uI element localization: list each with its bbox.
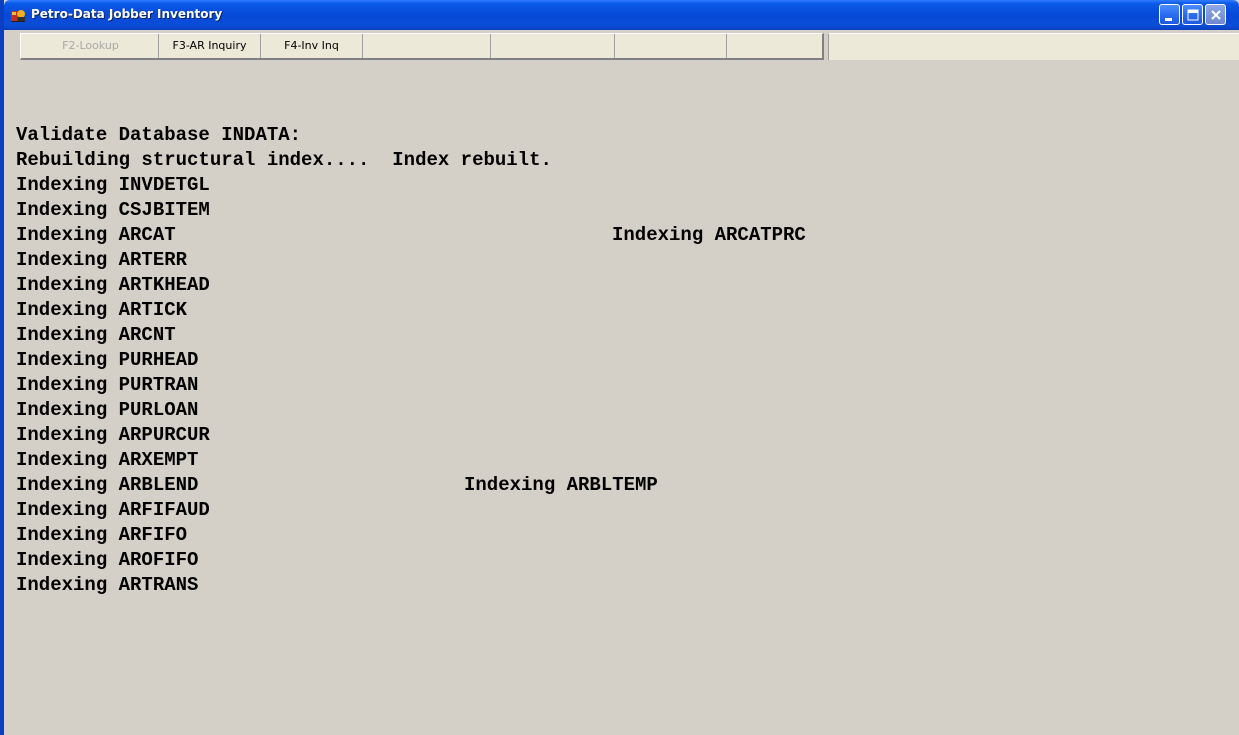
petro-data-app-icon[interactable] bbox=[10, 7, 26, 23]
console-line: Indexing ARCAT bbox=[16, 224, 176, 246]
close-icon bbox=[1211, 10, 1221, 20]
f3-ar-inquiry-button[interactable]: F3-AR Inquiry bbox=[159, 34, 261, 58]
console-line: Indexing INVDETGL bbox=[16, 174, 210, 196]
console-overlay-line: Indexing ARCATPRC bbox=[612, 224, 806, 246]
console-line: Indexing ARBLEND bbox=[16, 474, 199, 496]
console-line: Indexing PURLOAN bbox=[16, 399, 199, 421]
minimize-icon bbox=[1165, 18, 1172, 21]
console-line: Indexing ARPURCUR bbox=[16, 424, 210, 446]
function-key-bar: F2-Lookup F3-AR Inquiry F4-Inv Inq bbox=[20, 33, 824, 60]
console-line: Indexing AROFIFO bbox=[16, 549, 199, 571]
console-line: Rebuilding structural index.... Index re… bbox=[16, 149, 552, 171]
app-window: Petro-Data Jobber Inventory F2-Lookup F3… bbox=[0, 0, 1239, 735]
minimize-button[interactable] bbox=[1159, 4, 1180, 25]
console-line: Indexing PURHEAD bbox=[16, 349, 199, 371]
console-overlay-line: Indexing ARBLTEMP bbox=[464, 474, 658, 496]
close-button[interactable] bbox=[1205, 4, 1226, 25]
function-key-button-5[interactable] bbox=[363, 34, 491, 58]
console-line: Indexing ARCNT bbox=[16, 324, 176, 346]
console-line: Indexing ARTKHEAD bbox=[16, 274, 210, 296]
status-panel bbox=[828, 33, 1239, 60]
function-key-toolbar: F2-Lookup F3-AR Inquiry F4-Inv Inq bbox=[4, 30, 1239, 86]
console-line: Indexing CSJBITEM bbox=[16, 199, 210, 221]
console-output: Validate Database INDATA: Rebuilding str… bbox=[4, 86, 1239, 735]
console-line: Indexing ARTRANS bbox=[16, 574, 199, 596]
console-line: Indexing ARFIFAUD bbox=[16, 499, 210, 521]
window-title: Petro-Data Jobber Inventory bbox=[31, 7, 223, 21]
console-line: Indexing ARTICK bbox=[16, 299, 188, 321]
console-line: Validate Database INDATA: bbox=[16, 124, 302, 146]
function-key-button-7[interactable] bbox=[615, 34, 727, 58]
console-line: Indexing PURTRAN bbox=[16, 374, 199, 396]
f2-lookup-button[interactable]: F2-Lookup bbox=[23, 34, 159, 58]
console-line: Indexing ARXEMPT bbox=[16, 449, 199, 471]
f4-inv-inq-button[interactable]: F4-Inv Inq bbox=[261, 34, 363, 58]
maximize-icon bbox=[1187, 9, 1199, 21]
function-key-button-6[interactable] bbox=[491, 34, 615, 58]
maximize-button[interactable] bbox=[1182, 4, 1203, 25]
console-line: Indexing ARTERR bbox=[16, 249, 188, 271]
title-bar[interactable]: Petro-Data Jobber Inventory bbox=[4, 0, 1239, 30]
console-line: Indexing ARFIFO bbox=[16, 524, 188, 546]
